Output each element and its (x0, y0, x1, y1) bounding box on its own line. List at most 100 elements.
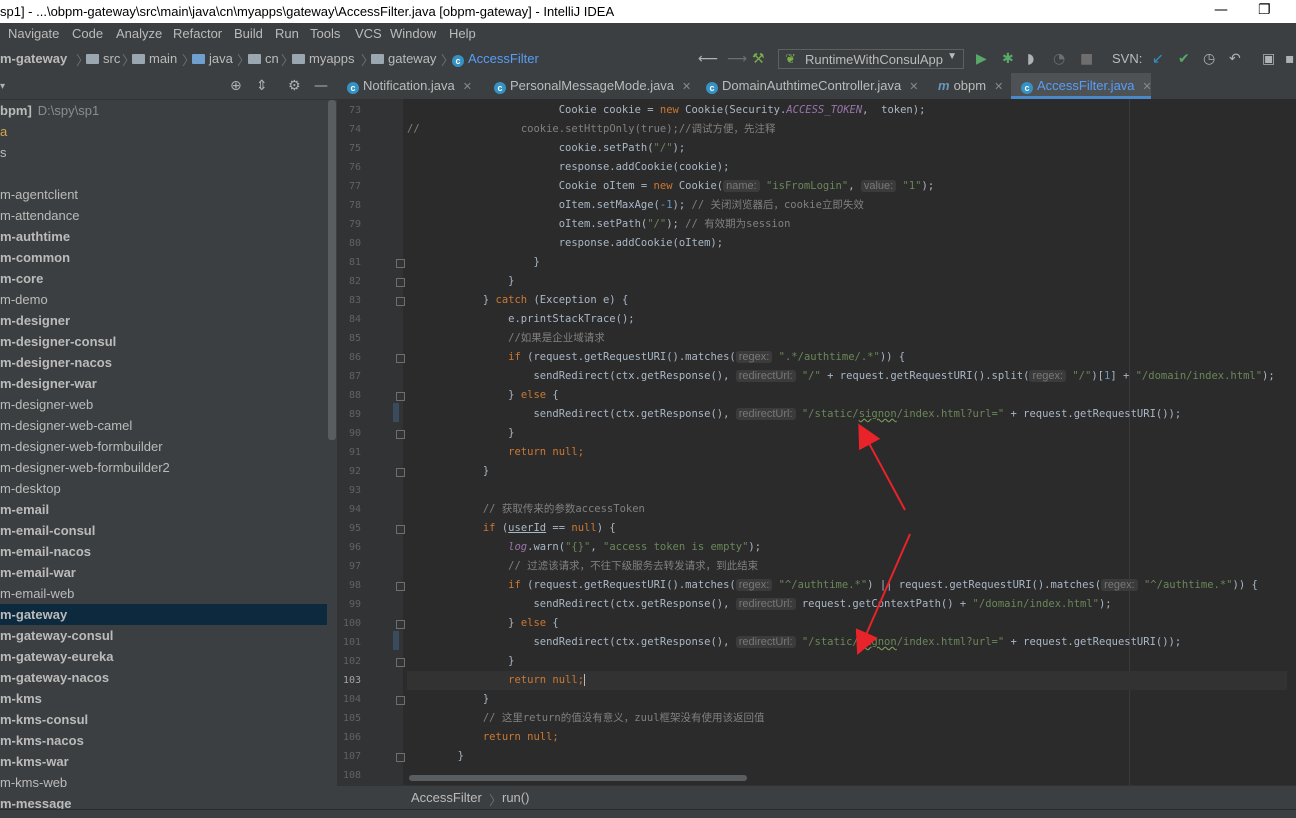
tree-item[interactable]: m-email-nacos (0, 541, 327, 562)
fold-icon[interactable] (396, 582, 405, 591)
fold-icon[interactable] (396, 468, 405, 477)
tree-item[interactable]: s (0, 142, 327, 163)
tree-item[interactable]: m-kms-web (0, 772, 327, 793)
code-line[interactable]: Cookie oItem = new Cookie(name: "isFromL… (407, 177, 1287, 196)
tab-domain-authtime-controller[interactable]: c DomainAuthtimeController.java ✕ (696, 73, 928, 99)
gear-icon[interactable]: ⚙ (288, 78, 301, 94)
menu-code[interactable]: Code (72, 26, 103, 41)
tree-item[interactable]: m-core (0, 268, 327, 289)
tree-item[interactable]: m-attendance (0, 205, 327, 226)
tab-personal-message-mode[interactable]: c PersonalMessageMode.java ✕ (484, 73, 696, 99)
code-line[interactable]: } (407, 462, 1287, 481)
close-icon[interactable]: ✕ (1143, 81, 1152, 93)
code-line[interactable]: return null; (407, 728, 1287, 747)
code-line[interactable]: Cookie cookie = new Cookie(Security.ACCE… (407, 101, 1287, 120)
code-line[interactable]: if (request.getRequestURI().matches(rege… (407, 348, 1287, 367)
tree-item[interactable]: m-demo (0, 289, 327, 310)
code-line[interactable]: } (407, 652, 1287, 671)
fold-icon[interactable] (396, 259, 405, 268)
hide-icon[interactable]: — (314, 78, 328, 94)
menu-tools[interactable]: Tools (310, 26, 340, 41)
tree-item[interactable]: m-designer (0, 310, 327, 331)
code-line[interactable]: sendRedirect(ctx.getResponse(), redirect… (407, 367, 1287, 386)
structure-method-crumb[interactable]: run() (502, 790, 529, 805)
code-line[interactable]: response.addCookie(cookie); (407, 158, 1287, 177)
menu-navigate[interactable]: Navigate (8, 26, 59, 41)
tree-item[interactable]: m-kms-consul (0, 709, 327, 730)
menu-refactor[interactable]: Refactor (173, 26, 222, 41)
code-line[interactable]: e.printStackTrace(); (407, 310, 1287, 329)
code-line[interactable]: } else { (407, 614, 1287, 633)
fold-icon[interactable] (396, 278, 405, 287)
code-line[interactable]: } (407, 424, 1287, 443)
chevron-down-icon[interactable]: ▾ (0, 81, 5, 92)
breadcrumb-gateway[interactable]: gateway (371, 51, 436, 66)
breadcrumb-module[interactable]: m-gateway (0, 51, 67, 66)
fold-icon[interactable] (396, 392, 405, 401)
code-line[interactable]: log.warn("{}", "access token is empty"); (407, 538, 1287, 557)
horizontal-scrollbar[interactable] (409, 775, 747, 781)
tree-item[interactable]: m-designer-nacos (0, 352, 327, 373)
fold-icon[interactable] (396, 297, 405, 306)
restore-icon[interactable]: ❐ (1258, 2, 1271, 18)
tab-obpm[interactable]: m obpm ✕ (928, 73, 1011, 99)
tree-item[interactable]: m-gateway-eureka (0, 646, 327, 667)
tree-item[interactable]: m-gateway-nacos (0, 667, 327, 688)
profile-icon[interactable]: ◔ (1053, 51, 1065, 67)
tree-item[interactable]: m-email (0, 499, 327, 520)
code-line[interactable]: response.addCookie(oItem); (407, 234, 1287, 253)
breadcrumb-class[interactable]: c AccessFilter (452, 51, 539, 67)
build-hammer-icon[interactable]: ⚒ (752, 51, 765, 67)
code-line[interactable]: } else { (407, 386, 1287, 405)
code-line[interactable]: sendRedirect(ctx.getResponse(), redirect… (407, 633, 1287, 652)
menu-help[interactable]: Help (449, 26, 476, 41)
fold-icon[interactable] (396, 430, 405, 439)
breadcrumb-java[interactable]: java (192, 51, 233, 66)
more-icon[interactable]: ▪ (1285, 51, 1295, 67)
code-line[interactable]: } (407, 747, 1287, 766)
tree-item[interactable]: m-gateway-consul (0, 625, 327, 646)
tree-item[interactable]: m-designer-web-formbuilder (0, 436, 327, 457)
tree-item[interactable]: a (0, 121, 327, 142)
breadcrumb-main[interactable]: main (132, 51, 177, 66)
structure-class-crumb[interactable]: AccessFilter (411, 790, 482, 805)
run-icon[interactable]: ▶ (976, 51, 987, 67)
close-icon[interactable]: ✕ (682, 81, 691, 93)
tree-item[interactable]: m-common (0, 247, 327, 268)
stop-icon[interactable]: ■ (1080, 51, 1093, 67)
code-line[interactable]: // 这里return的值没有意义，zuul框架没有使用该返回值 (407, 709, 1287, 728)
code-line[interactable]: } (407, 253, 1287, 272)
tree-item[interactable]: m-agentclient (0, 184, 327, 205)
fold-icon[interactable] (396, 354, 405, 363)
tree-item[interactable]: m-email-consul (0, 520, 327, 541)
menu-vcs[interactable]: VCS (355, 26, 382, 41)
tree-item[interactable]: m-designer-web-camel (0, 415, 327, 436)
fold-icon[interactable] (396, 753, 405, 762)
breadcrumb-cn[interactable]: cn (248, 51, 279, 66)
tab-notification[interactable]: c Notification.java ✕ (337, 73, 484, 99)
svn-update-icon[interactable]: ↙ (1152, 51, 1164, 67)
tree-item[interactable]: m-designer-consul (0, 331, 327, 352)
tree-item[interactable]: m-designer-web (0, 394, 327, 415)
code-line[interactable]: } (407, 690, 1287, 709)
revert-icon[interactable]: ↶ (1229, 51, 1241, 67)
tree-item[interactable]: m-kms-war (0, 751, 327, 772)
code-editor[interactable]: 73 74 75 76 77 78 79 80 81 82 83 84 85 86 87 88 89 90 91 92… (337, 99, 1296, 785)
fold-icon[interactable] (396, 696, 405, 705)
locate-file-icon[interactable]: ⊕ (230, 78, 242, 94)
back-arrow-icon[interactable]: ⟵ (698, 51, 718, 67)
fold-icon[interactable] (396, 620, 405, 629)
sidebar-scrollbar[interactable] (328, 100, 336, 440)
menu-window[interactable]: Window (390, 26, 436, 41)
forward-arrow-icon[interactable]: ⟶ (727, 51, 747, 67)
tree-item[interactable]: m-kms-nacos (0, 730, 327, 751)
tree-item-selected[interactable]: m-gateway (0, 604, 327, 625)
code-line[interactable]: sendRedirect(ctx.getResponse(), redirect… (407, 405, 1287, 424)
menu-analyze[interactable]: Analyze (116, 26, 162, 41)
breadcrumb-src[interactable]: src (86, 51, 120, 66)
coverage-icon[interactable]: ◗ (1027, 51, 1034, 67)
code-line[interactable]: if (request.getRequestURI().matches(rege… (407, 576, 1287, 595)
svn-commit-icon[interactable]: ✔ (1178, 51, 1190, 67)
run-configuration-select[interactable]: ❦ RuntimeWithConsulApp ▼ (778, 49, 964, 69)
code-line[interactable]: // 获取传来的参数accessToken (407, 500, 1287, 519)
